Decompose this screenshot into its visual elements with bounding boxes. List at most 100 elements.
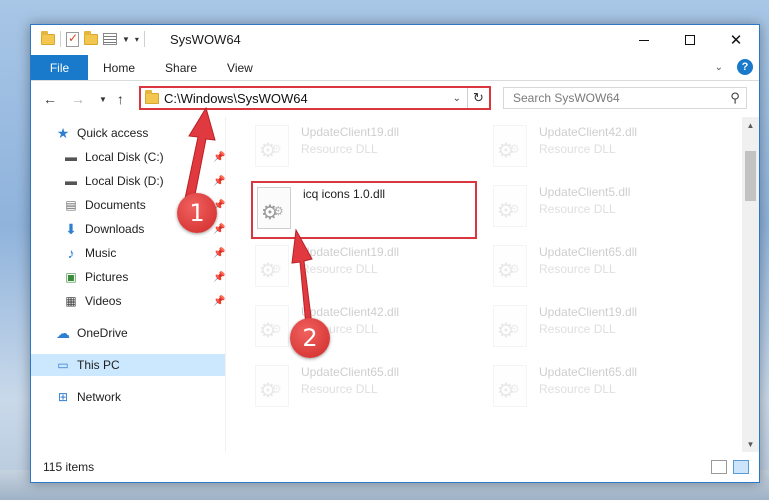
recent-locations-icon[interactable]: ▼ — [99, 95, 107, 104]
sidebar-item-label: Local Disk (D:) — [85, 174, 164, 188]
refresh-icon[interactable]: ↻ — [467, 88, 489, 108]
file-item[interactable]: UpdateClient19.dll Resource DLL — [255, 121, 481, 179]
address-row: ← → ▼ ↑ C:\Windows\SysWOW64 ⌄ ↻ Search S… — [31, 81, 759, 117]
tab-home[interactable]: Home — [88, 55, 150, 80]
dll-file-icon — [493, 305, 527, 347]
ribbon-tabs: File Home Share View ⌄ ? — [31, 55, 759, 81]
chevron-down-icon[interactable]: ▼ — [122, 35, 130, 44]
file-type: Resource DLL — [301, 262, 378, 276]
properties-icon[interactable] — [103, 33, 117, 45]
pin-icon[interactable]: 📌 — [213, 152, 225, 163]
pane-divider[interactable] — [225, 117, 226, 452]
pin-icon[interactable]: 📌 — [213, 272, 225, 283]
file-item-selected[interactable]: icq icons 1.0.dll — [251, 181, 477, 239]
tab-share[interactable]: Share — [150, 55, 212, 80]
dll-file-icon — [493, 245, 527, 287]
chevron-down-icon[interactable]: ⌄ — [447, 93, 467, 104]
large-icons-view-icon[interactable] — [733, 460, 749, 474]
sidebar-item-onedrive[interactable]: ☁ OneDrive — [55, 322, 128, 344]
title-bar: ▼ ▾ SysWOW64 ✕ — [31, 25, 759, 55]
file-item[interactable]: UpdateClient5.dll Resource DLL — [493, 181, 719, 239]
pin-icon[interactable]: 📌 — [213, 224, 225, 235]
file-item[interactable]: UpdateClient42.dllResource DLL — [255, 301, 481, 359]
search-input[interactable]: Search SysWOW64 — [504, 91, 724, 105]
vertical-scrollbar[interactable]: ▲ ▼ — [742, 117, 759, 452]
file-item[interactable]: UpdateClient65.dll Resource DLL — [493, 361, 719, 419]
back-arrow-icon[interactable]: ← — [43, 91, 57, 107]
forward-arrow-icon[interactable]: → — [71, 91, 85, 107]
tab-view[interactable]: View — [212, 55, 268, 80]
status-bar: 115 items — [31, 452, 759, 482]
close-icon: ✕ — [729, 32, 743, 49]
file-name: UpdateClient42.dll — [539, 125, 638, 139]
search-box[interactable]: Search SysWOW64 ⚲ — [503, 87, 747, 109]
step-1-badge: 1 — [177, 193, 217, 233]
toolbar-separator — [143, 31, 145, 47]
sidebar-item-quick-access[interactable]: ★ Quick access — [55, 122, 149, 144]
file-type: Resource DLL — [539, 322, 616, 336]
customize-toolbar-icon[interactable]: ▾ — [135, 35, 139, 44]
dll-file-icon — [255, 245, 289, 287]
dll-file-icon — [255, 305, 289, 347]
pin-icon[interactable]: 📌 — [213, 296, 225, 307]
pin-icon[interactable]: 📌 — [213, 248, 225, 259]
tab-file[interactable]: File — [31, 55, 88, 80]
pin-icon[interactable]: 📌 — [213, 176, 225, 187]
file-type: Resource DLL — [539, 382, 616, 396]
address-bar[interactable]: C:\Windows\SysWOW64 ⌄ ↻ — [139, 86, 491, 110]
details-view-icon[interactable] — [711, 460, 727, 474]
scroll-up-icon[interactable]: ▲ — [742, 117, 759, 133]
navigation-pane: ★ Quick access ▬ Local Disk (C:) 📌 ▬ Loc… — [31, 117, 225, 452]
new-folder-icon[interactable] — [84, 30, 98, 45]
close-button[interactable]: ✕ — [713, 25, 759, 55]
step-2-badge: 2 — [290, 318, 330, 358]
sidebar-item-label: Downloads — [85, 222, 145, 236]
file-item[interactable]: UpdateClient65.dll Resource DLL — [255, 361, 481, 419]
file-name: UpdateClient19.dll — [301, 245, 400, 259]
file-name: UpdateClient65.dll — [539, 245, 638, 259]
file-item[interactable]: UpdateClient19.dll Resource DLL — [493, 301, 719, 359]
dll-file-icon — [257, 187, 291, 229]
scroll-down-icon[interactable]: ▼ — [742, 436, 759, 452]
file-item[interactable]: UpdateClient42.dllResource DLL — [493, 121, 719, 179]
explorer-body: ★ Quick access ▬ Local Disk (C:) 📌 ▬ Loc… — [31, 117, 759, 452]
ribbon-right-controls: ⌄ ? — [715, 59, 753, 75]
cloud-icon: ☁ — [56, 324, 70, 341]
sidebar-item-label: Quick access — [77, 126, 149, 140]
music-icon: ♪ — [67, 245, 75, 261]
address-path[interactable]: C:\Windows\SysWOW64 — [164, 91, 447, 106]
help-icon[interactable]: ? — [737, 59, 753, 75]
scroll-thumb[interactable] — [745, 151, 756, 201]
maximize-button[interactable] — [667, 25, 713, 55]
search-icon[interactable]: ⚲ — [724, 90, 746, 106]
dll-file-icon — [493, 125, 527, 167]
dll-file-icon — [255, 365, 289, 407]
minimize-button[interactable] — [621, 25, 667, 55]
file-name: UpdateClient42.dll — [301, 305, 400, 319]
sidebar-item-label: This PC — [77, 358, 120, 372]
quick-access-toolbar: ▼ ▾ — [41, 30, 150, 47]
file-item[interactable]: UpdateClient65.dll Resource DLL — [493, 241, 719, 299]
sidebar-item-label: Network — [77, 390, 122, 404]
star-icon: ★ — [56, 124, 70, 141]
file-list: UpdateClient19.dll Resource DLL UpdateCli… — [227, 117, 742, 452]
up-arrow-icon[interactable]: ↑ — [117, 91, 124, 107]
sidebar-item-this-pc[interactable]: ▭ This PC — [31, 354, 225, 376]
sidebar-item-label: Documents — [85, 198, 146, 212]
item-count: 115 items — [43, 460, 95, 474]
properties-check-icon[interactable] — [66, 31, 79, 47]
drive-icon: ▬ — [65, 150, 77, 164]
file-item[interactable]: UpdateClient19.dll Resource DLL — [255, 241, 481, 299]
folder-icon — [145, 89, 159, 104]
drive-icon: ▬ — [65, 174, 77, 188]
file-name: UpdateClient65.dll — [539, 365, 638, 379]
sidebar-item-network[interactable]: ⊞ Network — [55, 386, 121, 408]
sidebar-item-label: Videos — [85, 294, 122, 308]
expand-ribbon-icon[interactable]: ⌄ — [715, 62, 723, 73]
view-toggle — [705, 460, 749, 474]
folder-icon — [41, 30, 55, 45]
file-type: Resource DLL — [301, 142, 378, 156]
sidebar-item-label: Local Disk (C:) — [85, 150, 164, 164]
navigation-buttons: ← → ▼ ↑ — [43, 91, 138, 107]
file-name: UpdateClient19.dll — [301, 125, 400, 139]
